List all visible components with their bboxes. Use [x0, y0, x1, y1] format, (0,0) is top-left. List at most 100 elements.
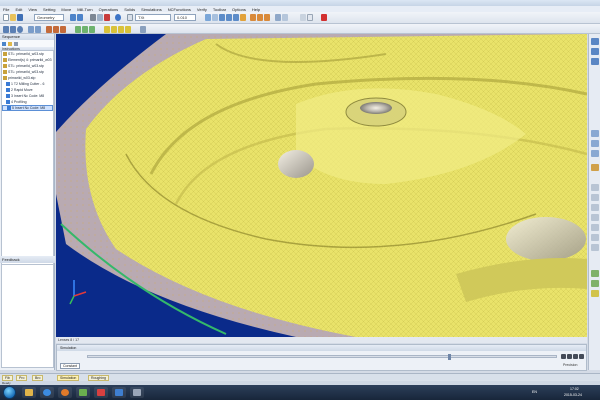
- pan-icon[interactable]: [226, 14, 232, 21]
- stock-view-icon[interactable]: [591, 280, 599, 287]
- menu-options[interactable]: Options: [232, 7, 246, 12]
- view-front-icon[interactable]: [257, 14, 263, 21]
- 3d-viewport[interactable]: [56, 34, 587, 337]
- menu-toolbar[interactable]: Toolbar: [213, 7, 226, 12]
- secondary-toolbar: [0, 24, 600, 34]
- line-icon[interactable]: [3, 26, 9, 33]
- stop-sim-icon[interactable]: [579, 354, 584, 359]
- menu-verify[interactable]: Verify: [197, 7, 207, 12]
- tree-item-icon: [6, 100, 10, 104]
- taskbar-app7[interactable]: [130, 387, 144, 398]
- cut-icon[interactable]: [90, 14, 96, 21]
- shade-icon[interactable]: [275, 14, 281, 21]
- simulation-slider[interactable]: [87, 354, 557, 360]
- tool-view-icon[interactable]: [591, 270, 599, 277]
- side-view-icon[interactable]: [591, 214, 599, 221]
- measure-icon[interactable]: [300, 14, 306, 21]
- geometry-combo[interactable]: Geometry: [34, 14, 64, 21]
- precision-combo[interactable]: 0.010: [174, 14, 196, 21]
- view-cube-icon[interactable]: [591, 38, 599, 45]
- open-icon[interactable]: [10, 14, 16, 21]
- select-icon[interactable]: [127, 14, 133, 21]
- curve-icon[interactable]: [28, 26, 34, 33]
- iso-view-icon[interactable]: [591, 184, 599, 191]
- layer-visible-icon[interactable]: [140, 26, 146, 33]
- rewind-icon[interactable]: [561, 354, 566, 359]
- menu-help[interactable]: Help: [252, 7, 260, 12]
- wireframe-view-icon[interactable]: [591, 140, 599, 147]
- tree-item-label: 5 Insert Nc Code: M8: [12, 106, 46, 110]
- simulation-slider-thumb[interactable]: [448, 354, 452, 360]
- view-top-icon[interactable]: [250, 14, 256, 21]
- menu-edit[interactable]: Edit: [15, 7, 22, 12]
- solid-icon[interactable]: [82, 26, 88, 33]
- new-icon[interactable]: [3, 14, 9, 21]
- section-icon[interactable]: [591, 164, 599, 171]
- menu-setting[interactable]: Setting: [43, 7, 55, 12]
- zoom-icon[interactable]: [219, 14, 225, 21]
- redo-icon[interactable]: [77, 14, 83, 21]
- save-icon[interactable]: [17, 14, 23, 21]
- menu-simulations[interactable]: Simulations: [141, 7, 162, 12]
- expand-icon[interactable]: [14, 41, 18, 46]
- start-button[interactable]: [3, 386, 16, 399]
- menu-file[interactable]: File: [3, 7, 9, 12]
- wire-icon[interactable]: [282, 14, 288, 21]
- top-view-icon[interactable]: [591, 194, 599, 201]
- menu-operations[interactable]: Operations: [99, 7, 119, 12]
- toolpath-icon[interactable]: [104, 26, 110, 33]
- rotate-icon[interactable]: [233, 14, 239, 21]
- back-view-icon[interactable]: [591, 244, 599, 251]
- layer-combo[interactable]: TXt: [135, 14, 171, 21]
- circle-icon[interactable]: [17, 26, 23, 33]
- left-panel: Sequence Instructions STL: primarild_w03…: [0, 34, 55, 370]
- stop-icon[interactable]: [321, 14, 327, 21]
- hidden-line-icon[interactable]: [591, 150, 599, 157]
- drill-icon[interactable]: [111, 26, 117, 33]
- menu-move[interactable]: Move: [61, 7, 71, 12]
- properties-icon[interactable]: [8, 41, 12, 46]
- menu-view[interactable]: View: [28, 7, 37, 12]
- tree-item[interactable]: 5 Insert Nc Code: M8: [2, 105, 53, 111]
- grid-icon[interactable]: [212, 14, 218, 21]
- bottom-view-icon[interactable]: [591, 234, 599, 241]
- arc-icon[interactable]: [10, 26, 16, 33]
- taskbar-browser[interactable]: [58, 387, 72, 398]
- menu-ncfunctions[interactable]: NCFunctions: [168, 7, 191, 12]
- right-view-icon[interactable]: [591, 224, 599, 231]
- constant-button[interactable]: Constant: [60, 363, 81, 369]
- undo-icon[interactable]: [70, 14, 76, 21]
- instruction-tree: STL: primarild_w03.stp Element(s) 4: prim…: [1, 50, 54, 275]
- model-color-icon[interactable]: [591, 290, 599, 297]
- view-iso-icon[interactable]: [264, 14, 270, 21]
- shaded-view-icon[interactable]: [591, 130, 599, 137]
- copy-icon[interactable]: [97, 14, 103, 21]
- surface-icon[interactable]: [75, 26, 81, 33]
- menu-mill-turn[interactable]: Mill-Turn: [77, 7, 92, 12]
- delete-icon[interactable]: [104, 14, 110, 21]
- taskbar-explorer[interactable]: [22, 387, 36, 398]
- fit-icon[interactable]: [240, 14, 246, 21]
- mesh-icon[interactable]: [89, 26, 95, 33]
- language-indicator[interactable]: EN: [532, 390, 537, 394]
- point-icon[interactable]: [35, 26, 41, 33]
- zoom-in-icon[interactable]: [591, 48, 599, 55]
- help-icon[interactable]: [115, 14, 121, 21]
- zoom-out-icon[interactable]: [591, 58, 599, 65]
- taskbar-app6[interactable]: [112, 387, 126, 398]
- taskbar-app4[interactable]: [76, 387, 90, 398]
- trim-icon[interactable]: [46, 26, 52, 33]
- front-view-icon[interactable]: [591, 204, 599, 211]
- taskbar-app5[interactable]: [94, 387, 108, 398]
- info-icon[interactable]: [307, 14, 313, 21]
- taskbar-media[interactable]: [40, 387, 54, 398]
- step-back-icon[interactable]: [567, 354, 572, 359]
- contour-icon[interactable]: [125, 26, 131, 33]
- pocket-icon[interactable]: [118, 26, 124, 33]
- play-icon[interactable]: [573, 354, 578, 359]
- offset-icon[interactable]: [60, 26, 66, 33]
- snap-icon[interactable]: [205, 14, 211, 21]
- refresh-icon[interactable]: [2, 41, 6, 46]
- menu-solids[interactable]: Solids: [124, 7, 135, 12]
- extend-icon[interactable]: [53, 26, 59, 33]
